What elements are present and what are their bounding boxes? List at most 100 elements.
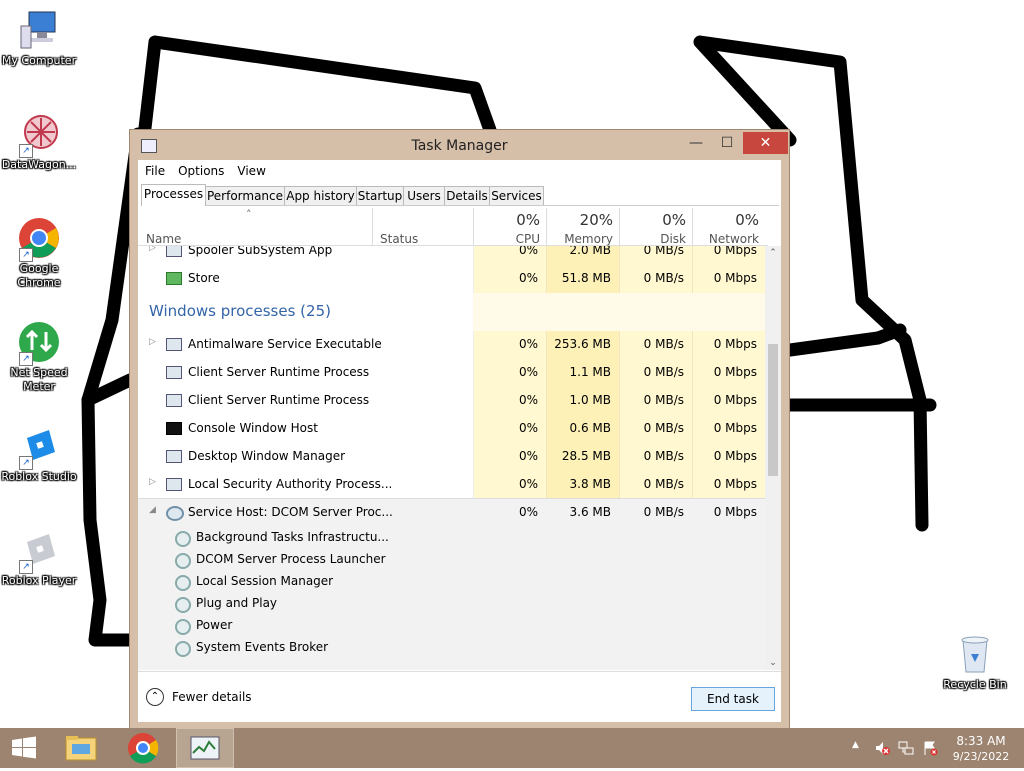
disk-value: 0 MB/s (643, 477, 684, 491)
column-memory[interactable]: 20% Memory (547, 208, 619, 246)
scroll-up-icon[interactable]: ⌃ (765, 248, 781, 258)
service-row[interactable]: DCOM Server Process Launcher (138, 546, 765, 569)
column-disk[interactable]: 0% Disk (620, 208, 692, 246)
scrollbar-thumb[interactable] (768, 344, 778, 476)
title-bar[interactable]: Task Manager — ☐ ✕ (130, 130, 789, 162)
windows-logo-icon (12, 736, 36, 759)
desktop-icon-net-speed-meter[interactable]: ↗ Net Speed Meter (0, 320, 79, 394)
table-row[interactable]: ▷ Local Security Authority Process... 0%… (138, 471, 765, 499)
tray-expand-icon[interactable]: ▲ (852, 740, 859, 750)
service-row[interactable]: System Events Broker (138, 634, 765, 657)
process-name: Service Host: DCOM Server Proc... (188, 505, 393, 519)
desktop-icon-my-computer[interactable]: My Computer (0, 8, 79, 68)
disk-value: 0 MB/s (643, 271, 684, 285)
disk-value: 0 MB/s (643, 449, 684, 463)
tab-performance[interactable]: Performance (205, 186, 285, 205)
expand-arrow-icon[interactable]: ▷ (149, 337, 156, 347)
disk-total: 0% (662, 211, 686, 229)
tab-details[interactable]: Details (444, 186, 490, 205)
roblox-studio-icon: ↗ (17, 424, 61, 470)
table-row[interactable]: ▷ Spooler SubSystem App 0% 2.0 MB 0 MB/s… (138, 246, 765, 265)
taskbar: ▲ 8:33 AM 9/23/2022 (0, 728, 1024, 768)
service-name: Local Session Manager (196, 574, 334, 588)
maximize-button[interactable]: ☐ (713, 132, 741, 154)
service-row[interactable]: Power (138, 612, 765, 635)
table-row[interactable]: Client Server Runtime Process 0% 1.1 MB … (138, 359, 765, 387)
collapse-arrow-icon[interactable]: ◢ (149, 505, 156, 515)
taskbar-file-explorer[interactable] (56, 728, 106, 768)
network-value: 0 Mbps (713, 477, 757, 491)
end-task-button[interactable]: End task (691, 687, 775, 711)
menu-file[interactable]: File (138, 160, 171, 178)
volume-muted-icon[interactable] (874, 740, 890, 756)
desktop-icon-label: Google Chrome (17, 262, 61, 289)
desktop-icon-label: My Computer (1, 54, 77, 67)
disk-value: 0 MB/s (643, 421, 684, 435)
start-button[interactable] (0, 728, 48, 768)
taskbar-task-manager[interactable] (176, 728, 234, 768)
process-name: Store (188, 271, 220, 285)
desktop-icon-recycle-bin[interactable]: Recycle Bin (935, 632, 1015, 692)
task-manager-client: File Options View Processes Performance Ap… (138, 160, 781, 722)
desktop-icon-google-chrome[interactable]: ↗ Google Chrome (0, 216, 79, 290)
disk-value: 0 MB/s (643, 365, 684, 379)
taskbar-chrome[interactable] (118, 728, 168, 768)
service-row[interactable]: Background Tasks Infrastructu... (138, 524, 765, 547)
shortcut-arrow-icon: ↗ (19, 560, 33, 574)
tab-services[interactable]: Services (489, 186, 544, 205)
process-name: Antimalware Service Executable (188, 337, 382, 351)
desktop-icon-datawagon[interactable]: ↗ DataWagon... (0, 112, 79, 172)
desktop-icon-roblox-studio[interactable]: ↗ Roblox Studio (0, 424, 79, 484)
column-cpu[interactable]: 0% CPU (474, 208, 546, 246)
tab-processes[interactable]: Processes (141, 184, 206, 206)
vertical-scrollbar[interactable]: ⌃ ⌄ (765, 246, 781, 670)
console-icon (166, 422, 182, 435)
table-row[interactable]: ◢ Service Host: DCOM Server Proc... 0% 3… (138, 499, 765, 527)
process-icon (166, 366, 182, 379)
tab-users[interactable]: Users (403, 186, 445, 205)
service-row[interactable]: Plug and Play (138, 590, 765, 613)
service-row[interactable]: Local Session Manager (138, 568, 765, 591)
memory-value: 2.0 MB (569, 246, 611, 257)
cpu-value: 0% (518, 421, 538, 435)
table-row[interactable]: Client Server Runtime Process 0% 1.0 MB … (138, 387, 765, 415)
table-row[interactable]: ▷ Antimalware Service Executable 0% 253.… (138, 331, 765, 359)
expand-arrow-icon[interactable]: ▷ (149, 477, 156, 487)
task-manager-window[interactable]: Task Manager — ☐ ✕ File Options View Proce… (129, 129, 790, 729)
tab-startup[interactable]: Startup (356, 186, 404, 205)
column-name[interactable]: Name (146, 232, 181, 246)
desktop-icon-roblox-player[interactable]: ↗ Roblox Player (0, 528, 79, 588)
clock[interactable]: 8:33 AM 9/23/2022 (946, 728, 1016, 768)
memory-value: 28.5 MB (561, 449, 611, 463)
scroll-down-icon[interactable]: ⌄ (765, 658, 781, 668)
cpu-value: 0% (518, 246, 538, 257)
cpu-total: 0% (516, 211, 540, 229)
memory-value: 3.8 MB (569, 477, 611, 491)
process-icon (166, 338, 182, 351)
network-icon[interactable] (898, 740, 914, 756)
network-value: 0 Mbps (713, 505, 757, 519)
minimize-button[interactable]: — (682, 132, 710, 154)
shortcut-arrow-icon: ↗ (19, 456, 33, 470)
group-header[interactable]: Windows processes (25) (138, 302, 468, 326)
close-button[interactable]: ✕ (743, 132, 788, 154)
menu-options[interactable]: Options (171, 160, 230, 178)
table-row[interactable]: Console Window Host 0% 0.6 MB 0 MB/s 0 M… (138, 415, 765, 443)
cpu-value: 0% (518, 477, 538, 491)
shortcut-arrow-icon: ↗ (19, 248, 33, 262)
service-name: Plug and Play (196, 596, 278, 610)
tab-app-history[interactable]: App history (284, 186, 357, 205)
disk-value: 0 MB/s (643, 246, 684, 257)
shortcut-arrow-icon: ↗ (19, 144, 33, 158)
datawagon-icon: ↗ (17, 112, 61, 158)
menu-view[interactable]: View (230, 160, 271, 178)
chrome-icon: ↗ (17, 216, 61, 262)
action-center-flag-icon[interactable] (922, 740, 938, 756)
expand-arrow-icon[interactable]: ▷ (149, 246, 156, 253)
chevron-up-icon: ⌃ (146, 688, 164, 706)
table-row[interactable]: Store 0% 51.8 MB 0 MB/s 0 Mbps (138, 265, 765, 293)
column-status[interactable]: Status (380, 232, 418, 246)
column-network[interactable]: 0% Network (693, 208, 765, 246)
table-row[interactable]: Desktop Window Manager 0% 28.5 MB 0 MB/s… (138, 443, 765, 471)
cpu-value: 0% (518, 449, 538, 463)
